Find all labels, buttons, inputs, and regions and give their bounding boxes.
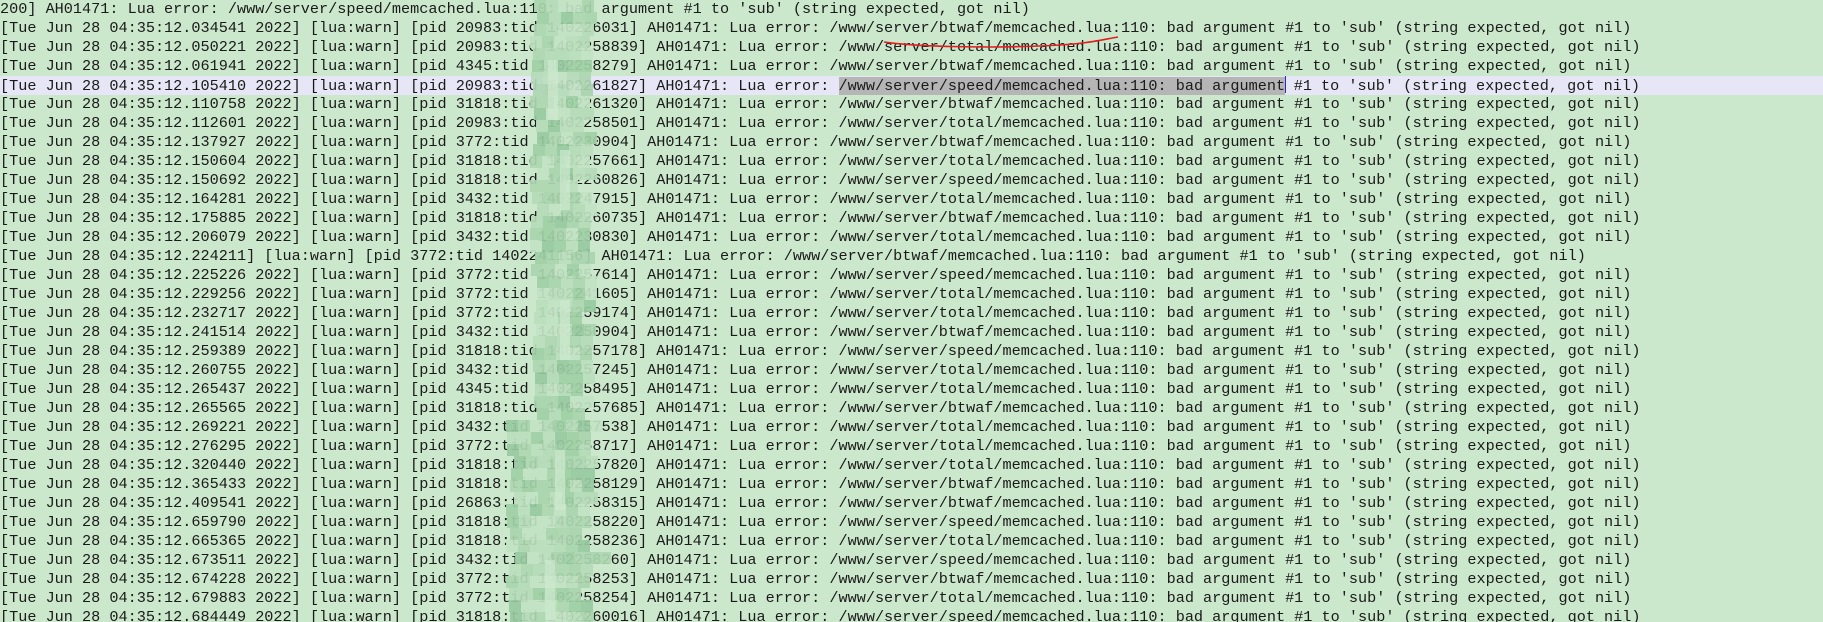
log-line[interactable]: [Tue Jun 28 04:35:12.276295 2022] [lua:w…: [0, 437, 1823, 456]
log-line[interactable]: [Tue Jun 28 04:35:12.409541 2022] [lua:w…: [0, 494, 1823, 513]
log-line[interactable]: [Tue Jun 28 04:35:12.112601 2022] [lua:w…: [0, 114, 1823, 133]
log-line[interactable]: [Tue Jun 28 04:35:12.105410 2022] [lua:w…: [0, 76, 1823, 95]
log-line[interactable]: [Tue Jun 28 04:35:12.260755 2022] [lua:w…: [0, 361, 1823, 380]
log-line[interactable]: [Tue Jun 28 04:35:12.110758 2022] [lua:w…: [0, 95, 1823, 114]
log-line[interactable]: [Tue Jun 28 04:35:12.269221 2022] [lua:w…: [0, 418, 1823, 437]
log-line[interactable]: [Tue Jun 28 04:35:12.665365 2022] [lua:w…: [0, 532, 1823, 551]
log-line[interactable]: [Tue Jun 28 04:35:12.674228 2022] [lua:w…: [0, 570, 1823, 589]
log-line[interactable]: [Tue Jun 28 04:35:12.684449 2022] [lua:w…: [0, 608, 1823, 622]
log-line[interactable]: [Tue Jun 28 04:35:12.673511 2022] [lua:w…: [0, 551, 1823, 570]
log-viewer[interactable]: 200] AH01471: Lua error: /www/server/spe…: [0, 0, 1823, 622]
log-line[interactable]: [Tue Jun 28 04:35:12.206079 2022] [lua:w…: [0, 228, 1823, 247]
log-line[interactable]: [Tue Jun 28 04:35:12.175885 2022] [lua:w…: [0, 209, 1823, 228]
log-line[interactable]: [Tue Jun 28 04:35:12.224211] [lua:warn] …: [0, 247, 1823, 266]
log-line[interactable]: [Tue Jun 28 04:35:12.150692 2022] [lua:w…: [0, 171, 1823, 190]
log-line[interactable]: [Tue Jun 28 04:35:12.150604 2022] [lua:w…: [0, 152, 1823, 171]
text-selection[interactable]: /www/server/speed/memcached.lua:110: bad…: [838, 77, 1286, 95]
log-line[interactable]: [Tue Jun 28 04:35:12.259389 2022] [lua:w…: [0, 342, 1823, 361]
log-line[interactable]: [Tue Jun 28 04:35:12.265565 2022] [lua:w…: [0, 399, 1823, 418]
log-line[interactable]: [Tue Jun 28 04:35:12.232717 2022] [lua:w…: [0, 304, 1823, 323]
log-line[interactable]: [Tue Jun 28 04:35:12.225226 2022] [lua:w…: [0, 266, 1823, 285]
text-caret: [1285, 76, 1287, 93]
log-line[interactable]: [Tue Jun 28 04:35:12.265437 2022] [lua:w…: [0, 380, 1823, 399]
log-line[interactable]: [Tue Jun 28 04:35:12.679883 2022] [lua:w…: [0, 589, 1823, 608]
log-line[interactable]: [Tue Jun 28 04:35:12.034541 2022] [lua:w…: [0, 19, 1823, 38]
log-line[interactable]: [Tue Jun 28 04:35:12.137927 2022] [lua:w…: [0, 133, 1823, 152]
log-line-header: 200] AH01471: Lua error: /www/server/spe…: [0, 0, 1030, 18]
log-line[interactable]: [Tue Jun 28 04:35:12.241514 2022] [lua:w…: [0, 323, 1823, 342]
log-line[interactable]: [Tue Jun 28 04:35:12.659790 2022] [lua:w…: [0, 513, 1823, 532]
log-line[interactable]: [Tue Jun 28 04:35:12.061941 2022] [lua:w…: [0, 57, 1823, 76]
log-line[interactable]: [Tue Jun 28 04:35:12.229256 2022] [lua:w…: [0, 285, 1823, 304]
log-line[interactable]: [Tue Jun 28 04:35:12.050221 2022] [lua:w…: [0, 38, 1823, 57]
log-line[interactable]: [Tue Jun 28 04:35:12.365433 2022] [lua:w…: [0, 475, 1823, 494]
log-line[interactable]: [Tue Jun 28 04:35:12.320440 2022] [lua:w…: [0, 456, 1823, 475]
log-line[interactable]: [Tue Jun 28 04:35:12.164281 2022] [lua:w…: [0, 190, 1823, 209]
